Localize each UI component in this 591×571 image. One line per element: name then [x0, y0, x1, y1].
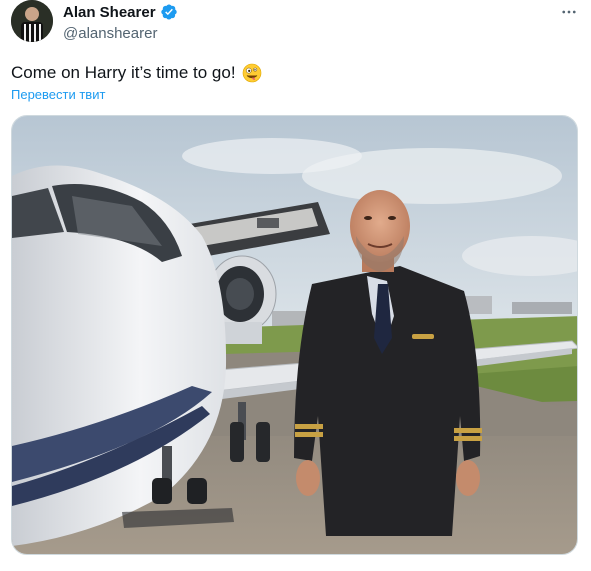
- tweet: Alan Shearer @alanshearer Come on Harry …: [0, 0, 591, 571]
- handle[interactable]: @alanshearer: [63, 24, 178, 44]
- tweet-photo: [12, 116, 577, 554]
- more-button[interactable]: [556, 2, 582, 22]
- display-name[interactable]: Alan Shearer: [63, 4, 156, 21]
- tweet-text: Come on Harry it’s time to go!: [11, 62, 262, 84]
- verified-badge-icon: [160, 3, 178, 21]
- translate-link[interactable]: Перевести твит: [11, 87, 105, 103]
- more-dots-icon: [562, 10, 576, 14]
- avatar-image: [11, 0, 53, 42]
- zany-face-icon: [242, 63, 262, 83]
- tweet-media[interactable]: [11, 115, 578, 555]
- avatar[interactable]: [11, 0, 53, 42]
- tweet-header: Alan Shearer @alanshearer: [63, 2, 178, 44]
- tweet-text-content: Come on Harry it’s time to go!: [11, 63, 236, 82]
- name-row: Alan Shearer: [63, 2, 178, 22]
